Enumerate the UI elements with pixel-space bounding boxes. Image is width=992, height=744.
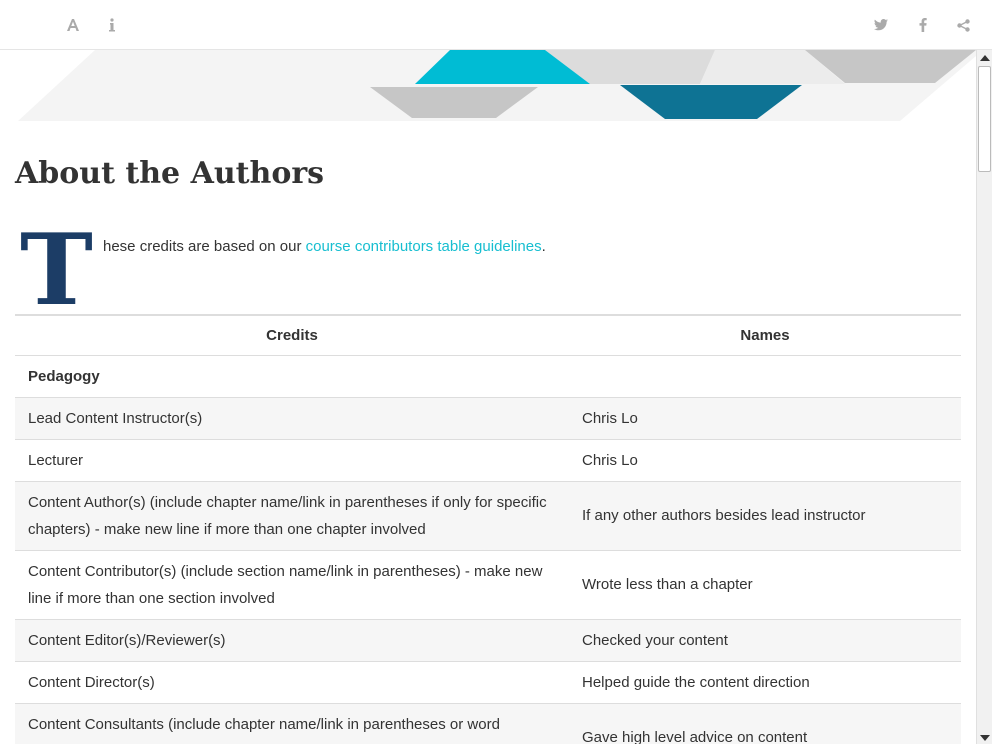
font-icon[interactable] — [61, 13, 85, 37]
table-row: Lead Content Instructor(s) Chris Lo — [15, 397, 961, 440]
name-cell: Chris Lo — [569, 397, 961, 440]
page-title: About the Authors — [15, 156, 325, 191]
vertical-scrollbar[interactable] — [976, 50, 992, 744]
table-header-row: Credits Names — [15, 314, 961, 356]
credits-table-body: Pedagogy Lead Content Instructor(s) Chris … — [15, 355, 961, 744]
credit-cell: Content Author(s) (include chapter name/… — [15, 481, 569, 551]
facebook-icon[interactable] — [911, 13, 935, 37]
table-row: Content Author(s) (include chapter name/… — [15, 481, 961, 551]
drop-cap-letter: T — [20, 213, 93, 328]
credit-cell: Content Director(s) — [15, 661, 569, 704]
credit-cell: Content Contributor(s) (include section … — [15, 550, 569, 620]
intro-paragraph: hese credits are based on our course con… — [103, 238, 546, 255]
scroll-down-arrow-icon[interactable] — [980, 735, 990, 741]
share-icon[interactable] — [951, 13, 975, 37]
credits-table: Credits Names Pedagogy Lead Content Instr… — [15, 314, 961, 744]
table-row: Content Contributor(s) (include section … — [15, 550, 961, 620]
name-cell: Chris Lo — [569, 439, 961, 482]
info-icon[interactable] — [100, 13, 124, 37]
name-cell: Gave high level advice on content — [569, 703, 961, 744]
twitter-icon[interactable] — [869, 13, 893, 37]
credit-cell: Lead Content Instructor(s) — [15, 397, 569, 440]
intro-text: hese credits are based on our — [103, 238, 306, 255]
scroll-up-arrow-icon[interactable] — [980, 55, 990, 61]
table-row: Lecturer Chris Lo — [15, 439, 961, 482]
credit-cell: Lecturer — [15, 439, 569, 482]
name-cell: Helped guide the content direction — [569, 661, 961, 704]
guidelines-link[interactable]: course contributors table guidelines — [306, 238, 542, 255]
scrollbar-thumb[interactable] — [978, 66, 991, 172]
header-banner-graphic — [18, 50, 976, 121]
page-content: About the Authors T hese credits are bas… — [0, 50, 976, 744]
table-row: Content Editor(s)/Reviewer(s) Checked you… — [15, 619, 961, 662]
credits-column-header: Credits — [15, 314, 569, 356]
table-row: Content Director(s) Helped guide the cont… — [15, 661, 961, 704]
top-toolbar — [0, 0, 992, 50]
names-column-header: Names — [569, 314, 961, 356]
name-cell: If any other authors besides lead instru… — [569, 481, 961, 551]
table-section-row: Pedagogy — [15, 355, 961, 398]
name-cell — [569, 355, 961, 398]
credit-cell: Content Editor(s)/Reviewer(s) — [15, 619, 569, 662]
name-cell: Checked your content — [569, 619, 961, 662]
credit-cell: Content Consultants (include chapter nam… — [15, 703, 569, 744]
intro-text-end: . — [541, 238, 546, 255]
table-row: Content Consultants (include chapter nam… — [15, 703, 961, 744]
name-cell: Wrote less than a chapter — [569, 550, 961, 620]
section-heading-cell: Pedagogy — [15, 355, 569, 398]
